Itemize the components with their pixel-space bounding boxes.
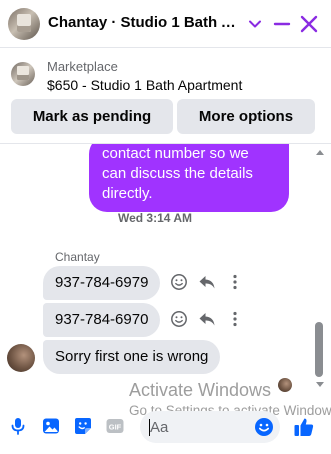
message-timestamp: Wed 3:14 AM — [117, 211, 192, 225]
chat-window: Chantay · Studio 1 Bath Apartment Market… — [0, 0, 331, 454]
mark-as-pending-button[interactable]: Mark as pending — [11, 99, 173, 134]
emoji-icon[interactable] — [254, 417, 274, 437]
text-cursor — [149, 419, 150, 436]
thumbs-up-icon[interactable] — [293, 416, 315, 438]
scroll-down-arrow-icon[interactable] — [316, 382, 324, 387]
message-input[interactable] — [150, 411, 246, 443]
message-scrollbar[interactable] — [312, 146, 328, 392]
marketplace-listing: Marketplace $650 - Studio 1 Bath Apartme… — [0, 48, 331, 144]
sticker-icon[interactable] — [73, 416, 93, 436]
smiley-icon[interactable] — [170, 310, 188, 328]
seen-indicator-avatar — [278, 378, 292, 392]
more-options-button[interactable]: More options — [177, 99, 315, 134]
minimize-icon[interactable] — [272, 14, 292, 34]
incoming-message[interactable]: 937-784-6979 — [43, 266, 161, 300]
scroll-thumb[interactable] — [315, 322, 323, 377]
message-input-wrapper[interactable] — [140, 411, 280, 443]
more-vertical-icon[interactable] — [226, 273, 244, 291]
scroll-up-arrow-icon[interactable] — [316, 150, 324, 155]
sender-name: Chantay — [55, 250, 100, 264]
incoming-message[interactable]: Sorry first one is wrong — [43, 340, 221, 374]
contact-avatar[interactable] — [8, 8, 40, 40]
chat-header[interactable]: Chantay · Studio 1 Bath Apartment — [0, 0, 331, 48]
smiley-icon[interactable] — [170, 273, 188, 291]
chevron-down-icon[interactable] — [245, 14, 265, 34]
reply-icon[interactable] — [198, 273, 216, 291]
listing-source: Marketplace — [47, 59, 118, 74]
gif-label: GIF — [109, 422, 122, 431]
more-vertical-icon[interactable] — [226, 310, 244, 328]
message-actions — [170, 273, 242, 293]
microphone-icon[interactable] — [8, 416, 28, 436]
listing-thumbnail[interactable] — [11, 62, 35, 86]
message-actions — [170, 310, 242, 330]
listing-title[interactable]: $650 - Studio 1 Bath Apartment — [47, 77, 242, 93]
chat-title[interactable]: Chantay · Studio 1 Bath Apartment — [48, 14, 238, 31]
reply-icon[interactable] — [198, 310, 216, 328]
sender-avatar[interactable] — [7, 344, 35, 372]
gif-icon[interactable]: GIF — [105, 416, 125, 436]
message-list[interactable]: contact number so we can discuss the det… — [0, 144, 331, 404]
incoming-message[interactable]: 937-784-6970 — [43, 303, 161, 337]
outgoing-message[interactable]: contact number so we can discuss the det… — [89, 144, 289, 212]
close-icon[interactable] — [298, 13, 320, 35]
message-composer: GIF — [0, 404, 331, 454]
photo-icon[interactable] — [41, 416, 61, 436]
activate-windows-watermark: Activate Windows — [129, 380, 272, 400]
